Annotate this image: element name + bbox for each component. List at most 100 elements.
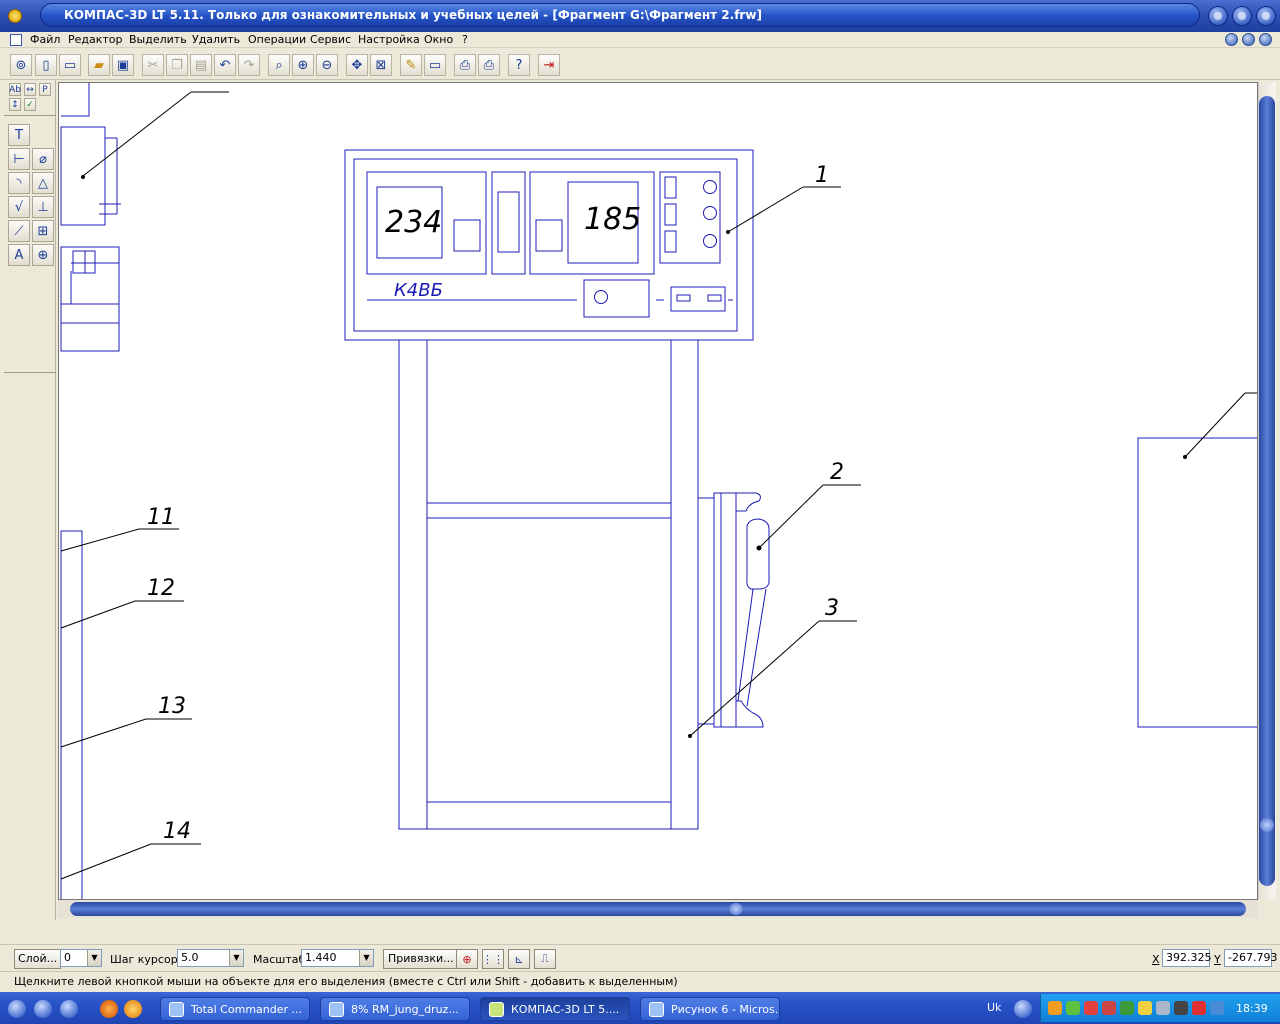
tray-icon[interactable] bbox=[1120, 1001, 1134, 1015]
firefox-icon[interactable] bbox=[100, 1000, 118, 1018]
angle-tool-icon[interactable]: △ bbox=[32, 172, 54, 194]
label-tool-icon[interactable]: A bbox=[8, 244, 30, 266]
pan-icon[interactable]: ✥ bbox=[346, 54, 368, 76]
task-word[interactable]: Рисунок 6 - Micros... bbox=[640, 997, 780, 1021]
step-mode-icon[interactable]: ⎍ bbox=[534, 949, 556, 969]
tray-icon[interactable] bbox=[1174, 1001, 1188, 1015]
print-icon[interactable]: ⎙ bbox=[478, 54, 500, 76]
task-kompas[interactable]: КОМПАС-3D LT 5.... bbox=[480, 997, 630, 1021]
zoom-all-icon[interactable]: ⊠ bbox=[370, 54, 392, 76]
snaps-button[interactable]: Привязки... bbox=[383, 949, 459, 969]
chevron-down-icon[interactable]: ▼ bbox=[87, 950, 101, 966]
quicklaunch-icon[interactable] bbox=[1014, 1000, 1032, 1018]
copy-icon[interactable]: ❐ bbox=[166, 54, 188, 76]
text-tool-icon[interactable]: T bbox=[8, 124, 30, 146]
zoom-out-icon[interactable]: ⊖ bbox=[316, 54, 338, 76]
tab-dimension-icon[interactable]: ↔ bbox=[24, 83, 36, 96]
table-tool-icon[interactable]: ⊞ bbox=[32, 220, 54, 242]
drawing-canvas[interactable]: 234 185 К4ВБ 1 2 3 11 12 13 14 bbox=[58, 82, 1258, 900]
tab-check-icon[interactable]: ✓ bbox=[24, 98, 36, 111]
menu-select[interactable]: Выделить bbox=[129, 33, 187, 46]
step-select[interactable]: 5.0 ▼ bbox=[177, 949, 244, 967]
task-rm-jung[interactable]: 8% RM_jung_druz... bbox=[320, 997, 470, 1021]
redo-icon[interactable]: ↷ bbox=[238, 54, 260, 76]
print-preview-icon[interactable]: ⎙ bbox=[454, 54, 476, 76]
leader-tool-icon[interactable]: ⟋ bbox=[8, 220, 30, 242]
drawing-svg[interactable]: 234 185 К4ВБ 1 2 3 11 12 13 14 bbox=[59, 83, 1258, 900]
quicklaunch-icon[interactable] bbox=[8, 1000, 26, 1018]
menu-service[interactable]: Сервис bbox=[310, 33, 351, 46]
menu-editor[interactable]: Редактор bbox=[68, 33, 123, 46]
tray-icon[interactable] bbox=[1066, 1001, 1080, 1015]
tray-icon[interactable] bbox=[1210, 1001, 1224, 1015]
menu-file[interactable]: Файл bbox=[30, 33, 60, 46]
minimize-button[interactable] bbox=[1208, 6, 1228, 26]
chevron-down-icon[interactable]: ▼ bbox=[229, 950, 243, 966]
current-state-bar: Слой... 0 ▼ Шаг курсора 5.0 ▼ Масштаб 1.44… bbox=[0, 944, 1280, 970]
scale-value: 1.440 bbox=[305, 951, 337, 964]
clock[interactable]: 18:39 bbox=[1236, 1002, 1268, 1015]
tray-icon[interactable] bbox=[1048, 1001, 1062, 1015]
dimension-tool-icon[interactable]: ⊢ bbox=[8, 148, 30, 170]
zoom-icon[interactable]: ⌕ bbox=[268, 54, 290, 76]
radius-tool-icon[interactable]: ◝ bbox=[8, 172, 30, 194]
menu-window[interactable]: Окно bbox=[424, 33, 453, 46]
menu-settings[interactable]: Настройка bbox=[358, 33, 420, 46]
roughness-tool-icon[interactable]: √ bbox=[8, 196, 30, 218]
y-coordinate[interactable]: -267.793 bbox=[1224, 949, 1277, 967]
undo-icon[interactable]: ↶ bbox=[214, 54, 236, 76]
quicklaunch-icon[interactable] bbox=[34, 1000, 52, 1018]
doc-minimize-button[interactable] bbox=[1225, 33, 1238, 46]
close-button[interactable] bbox=[1256, 6, 1276, 26]
task-total-commander[interactable]: Total Commander ... bbox=[160, 997, 310, 1021]
diameter-tool-icon[interactable]: ⌀ bbox=[32, 148, 54, 170]
tab-vertical-icon[interactable]: ↕ bbox=[9, 98, 21, 111]
new-sheet-icon[interactable]: ▯ bbox=[35, 54, 57, 76]
ortho-icon[interactable]: ⊾ bbox=[508, 949, 530, 969]
horizontal-scroll-thumb[interactable] bbox=[70, 902, 1246, 916]
document-icon[interactable] bbox=[10, 34, 22, 46]
save-icon[interactable]: ▣ bbox=[112, 54, 134, 76]
paste-icon[interactable]: ▤ bbox=[190, 54, 212, 76]
language-indicator[interactable]: Uk bbox=[987, 1001, 1001, 1014]
zoom-in-icon[interactable]: ⊕ bbox=[292, 54, 314, 76]
menu-delete[interactable]: Удалить bbox=[192, 33, 240, 46]
edit-icon[interactable]: ✎ bbox=[400, 54, 422, 76]
point-tool-icon[interactable]: ⊕ bbox=[32, 244, 54, 266]
menu-operations[interactable]: Операции bbox=[248, 33, 306, 46]
doc-close-button[interactable] bbox=[1259, 33, 1272, 46]
base-tool-icon[interactable]: ⊥ bbox=[32, 196, 54, 218]
preview-icon[interactable]: ⊚ bbox=[10, 54, 32, 76]
snap-toggle-icon[interactable]: ⊕ bbox=[456, 949, 478, 969]
panel-label: К4ВБ bbox=[394, 280, 443, 301]
scale-select[interactable]: 1.440 ▼ bbox=[301, 949, 374, 967]
exit-icon[interactable]: ⇥ bbox=[538, 54, 560, 76]
help-cursor-icon[interactable]: ? bbox=[508, 54, 530, 76]
vertical-scroll-grip-icon[interactable] bbox=[1260, 818, 1274, 832]
open-icon[interactable]: ▰ bbox=[88, 54, 110, 76]
tab-p-icon[interactable]: Р bbox=[39, 83, 51, 96]
vertical-scroll-thumb[interactable] bbox=[1259, 96, 1275, 886]
x-coordinate[interactable]: 392.325 bbox=[1162, 949, 1212, 967]
doc-restore-button[interactable] bbox=[1242, 33, 1255, 46]
tray-icon[interactable] bbox=[1102, 1001, 1116, 1015]
chevron-down-icon[interactable]: ▼ bbox=[359, 950, 373, 966]
tray-icon[interactable] bbox=[1138, 1001, 1152, 1015]
new-file-icon[interactable]: ▭ bbox=[59, 54, 81, 76]
quicklaunch-icon[interactable] bbox=[124, 1000, 142, 1018]
task-label: 8% RM_jung_druz... bbox=[351, 1003, 459, 1016]
layer-button[interactable]: Слой... bbox=[14, 949, 62, 969]
tab-text-icon[interactable]: Ab bbox=[9, 83, 21, 96]
monitor-icon[interactable]: ▭ bbox=[424, 54, 446, 76]
cut-icon[interactable]: ✂ bbox=[142, 54, 164, 76]
tray-icon[interactable] bbox=[1156, 1001, 1170, 1015]
quicklaunch-icon[interactable] bbox=[60, 1000, 78, 1018]
app-icon[interactable] bbox=[8, 9, 22, 23]
tray-icon[interactable] bbox=[1084, 1001, 1098, 1015]
menu-help[interactable]: ? bbox=[462, 33, 468, 46]
layer-select[interactable]: 0 ▼ bbox=[60, 949, 102, 967]
horizontal-scroll-grip-icon[interactable] bbox=[729, 903, 743, 915]
tray-icon[interactable] bbox=[1192, 1001, 1206, 1015]
maximize-button[interactable] bbox=[1232, 6, 1252, 26]
grid-icon[interactable]: ⋮⋮ bbox=[482, 949, 504, 969]
